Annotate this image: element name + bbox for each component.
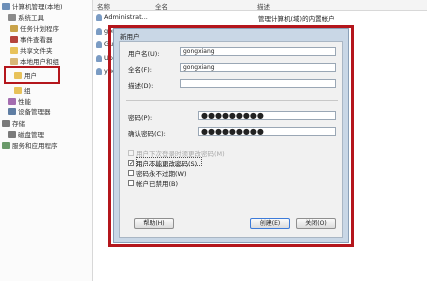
navigation-tree: 计算机管理(本地) 系统工具 任务计划程序 事件查看器 共享文件夹 本地用户和组…	[0, 0, 93, 281]
user-icon	[96, 40, 102, 48]
tree-item-task-scheduler[interactable]: 任务计划程序	[10, 23, 59, 33]
tree-item-label: 事件查看器	[20, 36, 53, 44]
dialog-body: 用户名(U): gongxiang 全名(F): gongxiang 描述(D)…	[119, 41, 343, 238]
tree-item-label: 任务计划程序	[20, 25, 59, 33]
new-user-dialog: 新用户 用户名(U): gongxiang 全名(F): gongxiang 描…	[113, 28, 349, 243]
tree-item-label: 计算机管理(本地)	[12, 3, 63, 11]
password-never-expires-checkbox[interactable]: 密码永不过期(W)	[128, 168, 187, 178]
user-icon	[96, 27, 102, 35]
tree-item-disk-management[interactable]: 磁盘管理	[8, 129, 44, 139]
tree-item-services[interactable]: 服务和应用程序	[2, 140, 58, 150]
tree-item-event-viewer[interactable]: 事件查看器	[10, 34, 53, 44]
tree-item-shared-folders[interactable]: 共享文件夹	[10, 45, 53, 55]
column-header-name[interactable]: 名称	[97, 1, 110, 11]
checkbox-box	[128, 170, 134, 176]
user-icon	[96, 67, 102, 75]
disk-icon	[8, 130, 16, 138]
fullname-input[interactable]: gongxiang	[180, 63, 336, 72]
user-description: 管理计算机(域)的内置帐户	[258, 15, 335, 23]
focus-outline	[136, 157, 202, 166]
user-icon	[96, 13, 102, 21]
user-icon	[96, 54, 102, 62]
folder-icon	[14, 86, 22, 94]
close-button[interactable]: 关闭(O)	[296, 218, 336, 229]
tree-item-label: 组	[24, 87, 31, 95]
column-header-description[interactable]: 描述	[257, 1, 270, 11]
services-icon	[2, 141, 10, 149]
column-header-fullname[interactable]: 全名	[155, 1, 168, 11]
user-name: Administrat...	[104, 13, 148, 21]
checkbox-box	[128, 150, 134, 156]
dialog-title: 新用户	[120, 33, 140, 41]
users-group-icon	[10, 57, 18, 65]
description-input[interactable]	[180, 79, 336, 88]
tree-item-performance[interactable]: 性能	[8, 96, 31, 106]
create-button[interactable]: 创建(E)	[250, 218, 290, 229]
tree-item-label: 共享文件夹	[20, 47, 53, 55]
tree-item-label: 本地用户和组	[20, 58, 59, 66]
confirm-password-input[interactable]: ●●●●●●●●●	[198, 127, 336, 136]
event-icon	[10, 35, 18, 43]
account-disabled-checkbox[interactable]: 帐户已禁用(B)	[128, 178, 178, 188]
checkbox-box	[128, 180, 134, 186]
fullname-label: 全名(F):	[128, 66, 153, 74]
tree-item-label: 系统工具	[18, 14, 44, 22]
tree-item-label: 服务和应用程序	[12, 142, 58, 150]
divider	[126, 100, 338, 101]
tree-item-label: 存储	[12, 120, 25, 128]
checkbox-label: 密码永不过期(W)	[136, 170, 187, 178]
password-label: 密码(P):	[128, 114, 153, 122]
checkbox-label: 帐户已禁用(B)	[136, 180, 179, 188]
username-label: 用户名(U):	[128, 50, 160, 58]
tree-item-system-tools[interactable]: 系统工具	[8, 12, 44, 22]
help-button[interactable]: 帮助(H)	[134, 218, 174, 229]
folder-icon	[10, 46, 18, 54]
clock-icon	[10, 24, 18, 32]
tree-item-local-users-groups[interactable]: 本地用户和组	[10, 56, 59, 66]
tree-item-groups[interactable]: 组	[14, 85, 31, 95]
computer-icon	[2, 2, 10, 10]
username-input[interactable]: gongxiang	[180, 47, 336, 56]
list-header: 名称 全名 描述	[93, 0, 427, 11]
users-highlight-box	[4, 66, 60, 84]
tree-item-device-manager[interactable]: 设备管理器	[8, 106, 51, 116]
tree-item-label: 磁盘管理	[18, 131, 44, 139]
tree-item-storage[interactable]: 存储	[2, 118, 25, 128]
tools-icon	[8, 13, 16, 21]
list-item[interactable]: Administrat...	[96, 13, 148, 21]
tree-item-label: 设备管理器	[18, 108, 51, 116]
check-mark-icon: ✓	[128, 160, 135, 167]
password-input[interactable]: ●●●●●●●●●	[198, 111, 336, 120]
confirm-password-label: 确认密码(C):	[128, 130, 166, 138]
description-label: 描述(D):	[128, 82, 154, 90]
performance-icon	[8, 97, 16, 105]
storage-icon	[2, 119, 10, 127]
tree-item-root[interactable]: 计算机管理(本地)	[2, 1, 63, 11]
device-manager-icon	[8, 107, 16, 115]
tree-item-label: 性能	[18, 98, 31, 106]
